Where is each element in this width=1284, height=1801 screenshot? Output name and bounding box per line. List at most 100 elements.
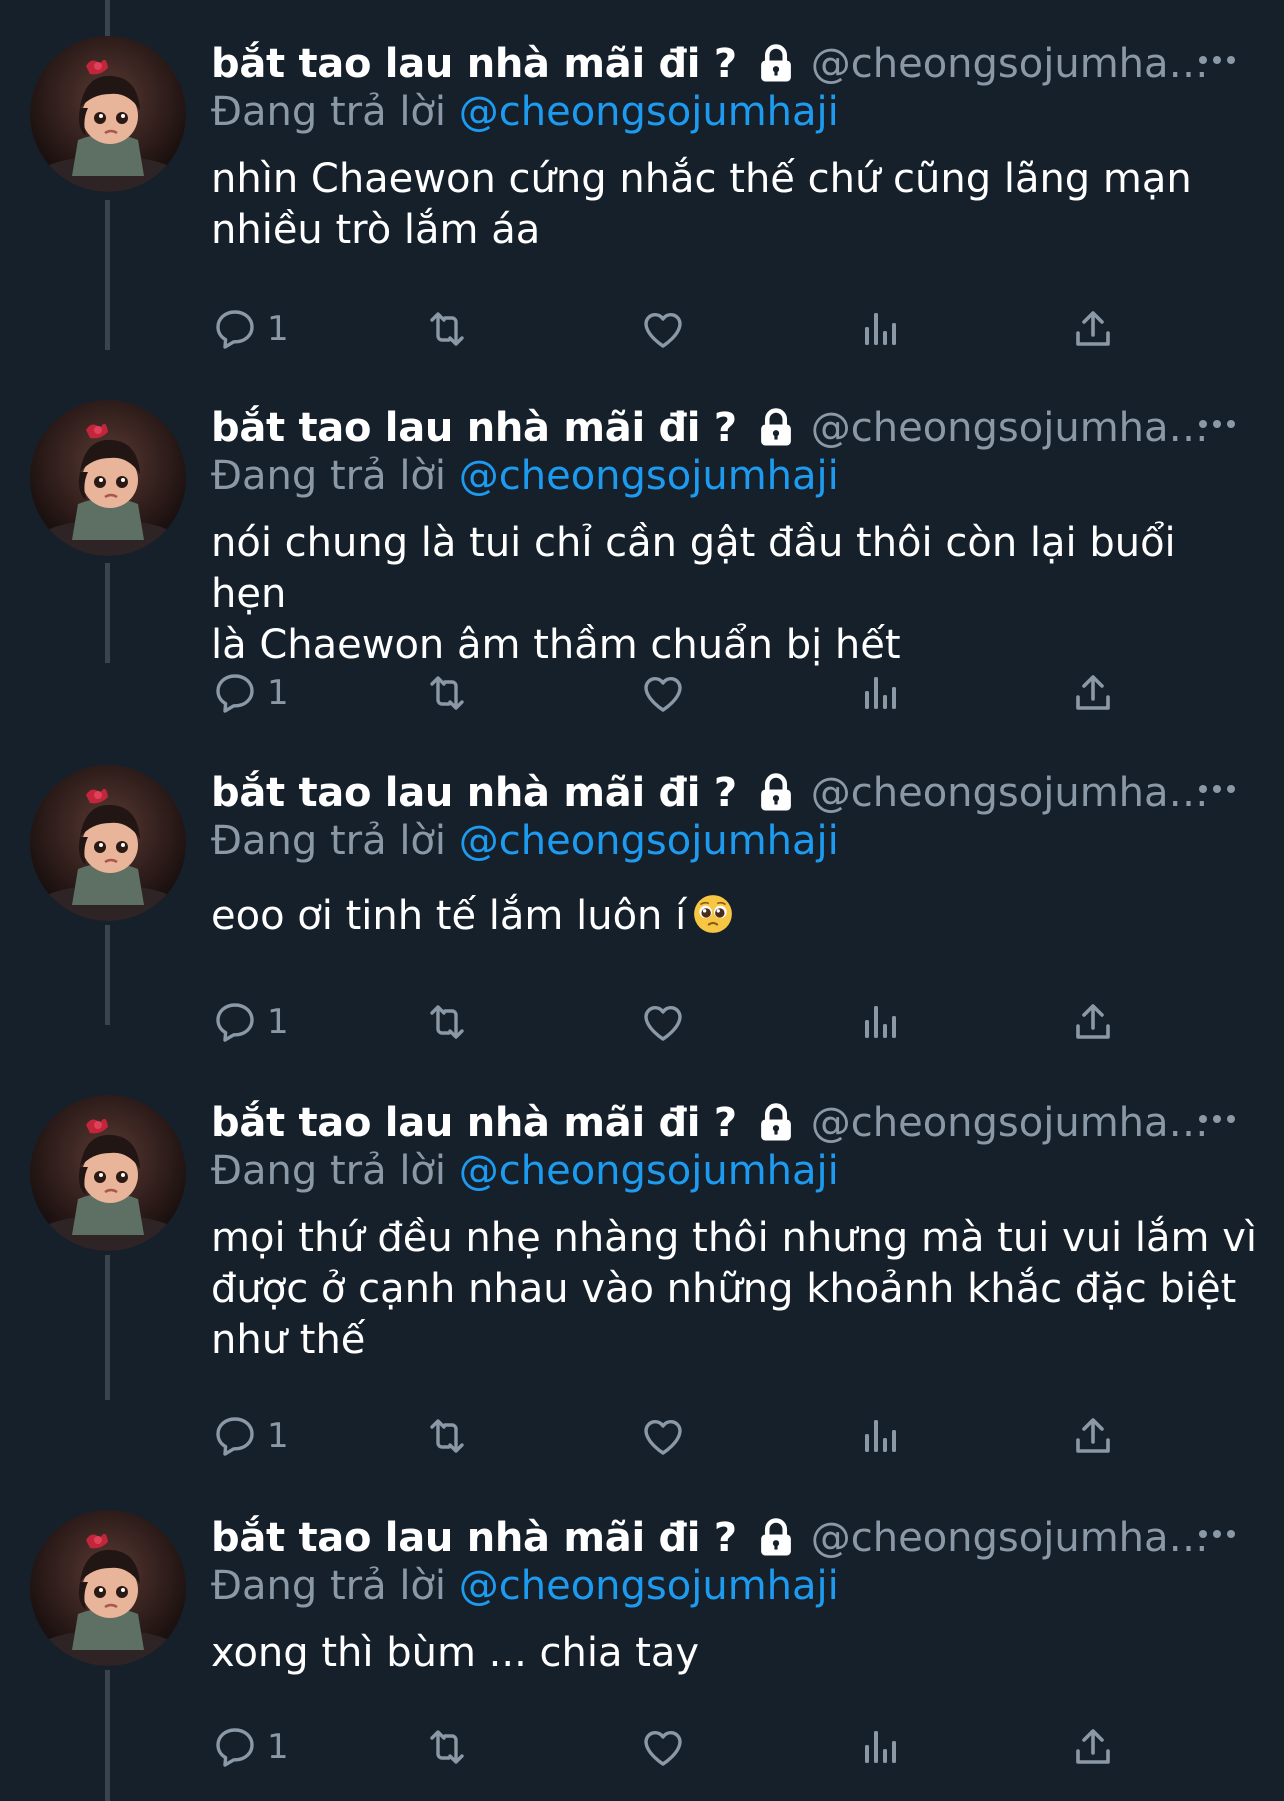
replying-mention[interactable]: @cheongsojumhaji (459, 89, 839, 135)
share-icon (1069, 669, 1117, 717)
display-name[interactable]: bắt tao lau nhà mãi đi ? (211, 405, 737, 451)
avatar[interactable] (30, 400, 186, 556)
more-icon[interactable] (1196, 1109, 1238, 1129)
replying-mention[interactable]: @cheongsojumhaji (459, 1148, 839, 1194)
like-button[interactable] (639, 997, 687, 1047)
share-button[interactable] (1069, 304, 1117, 354)
views-icon (855, 669, 903, 717)
share-button[interactable] (1069, 1411, 1117, 1461)
text-line: như thế (211, 1317, 366, 1363)
replying-to: Đang trả lời @cheongsojumhaji (211, 1560, 1262, 1612)
text-line: xong thì bùm ... chia tay (211, 1630, 700, 1676)
replying-to: Đang trả lời @cheongsojumhaji (211, 450, 1262, 502)
replying-mention[interactable]: @cheongsojumhaji (459, 818, 839, 864)
replying-to: Đang trả lời @cheongsojumhaji (211, 815, 1262, 867)
lock-icon (755, 43, 797, 85)
handle[interactable]: @cheongsojumhaji... (811, 770, 1216, 816)
display-name[interactable]: bắt tao lau nhà mãi đi ? (211, 1515, 737, 1561)
replying-mention[interactable]: @cheongsojumhaji (459, 1563, 839, 1609)
replying-mention[interactable]: @cheongsojumhaji (459, 453, 839, 499)
action-bar: 1 (211, 304, 1111, 354)
replying-prefix: Đang trả lời (211, 818, 447, 864)
like-button[interactable] (639, 668, 687, 718)
share-icon (1069, 1412, 1117, 1460)
like-icon (639, 669, 687, 717)
retweet-icon (423, 1723, 471, 1771)
avatar[interactable] (30, 765, 186, 921)
tweet-header: bắt tao lau nhà mãi đi ? @cheongsojumhaj… (211, 765, 1262, 821)
reply-count: 1 (267, 309, 289, 349)
reply-count: 1 (267, 1002, 289, 1042)
reply-icon (211, 1723, 259, 1771)
share-icon (1069, 998, 1117, 1046)
avatar[interactable] (30, 36, 186, 192)
retweet-button[interactable] (423, 304, 471, 354)
thread-line (105, 1670, 110, 1801)
lock-icon (755, 772, 797, 814)
thread-line (105, 200, 110, 350)
reply-count: 1 (267, 1416, 289, 1456)
share-button[interactable] (1069, 1722, 1117, 1772)
like-button[interactable] (639, 304, 687, 354)
reply-button[interactable]: 1 (211, 997, 289, 1047)
retweet-button[interactable] (423, 1722, 471, 1772)
more-icon[interactable] (1196, 1524, 1238, 1544)
reply-button[interactable]: 1 (211, 1722, 289, 1772)
thread-line (105, 925, 110, 1025)
views-button[interactable] (855, 997, 903, 1047)
reply-icon (211, 1412, 259, 1460)
share-icon (1069, 1723, 1117, 1771)
tweet-header: bắt tao lau nhà mãi đi ? @cheongsojumhaj… (211, 1510, 1262, 1566)
more-icon[interactable] (1196, 779, 1238, 799)
handle[interactable]: @cheongsojumhaji... (811, 405, 1216, 451)
handle[interactable]: @cheongsojumhaji... (811, 1100, 1216, 1146)
text-line: nhìn Chaewon cứng nhắc thế chứ cũng lãng… (211, 156, 1192, 202)
retweet-button[interactable] (423, 997, 471, 1047)
more-icon[interactable] (1196, 50, 1238, 70)
action-bar: 1 (211, 668, 1111, 718)
more-icon[interactable] (1196, 414, 1238, 434)
share-button[interactable] (1069, 668, 1117, 718)
like-icon (639, 1412, 687, 1460)
text-line: eoo ơi tinh tế lắm luôn í (211, 891, 1262, 942)
reply-button[interactable]: 1 (211, 668, 289, 718)
views-button[interactable] (855, 1411, 903, 1461)
retweet-button[interactable] (423, 1411, 471, 1461)
handle[interactable]: @cheongsojumhaji... (811, 1515, 1216, 1561)
text-line: nhiều trò lắm áa (211, 207, 541, 253)
like-button[interactable] (639, 1411, 687, 1461)
reply-icon (211, 669, 259, 717)
tweet-text: nói chung là tui chỉ cần gật đầu thôi cò… (211, 518, 1262, 671)
views-icon (855, 1723, 903, 1771)
avatar[interactable] (30, 1510, 186, 1666)
share-button[interactable] (1069, 997, 1117, 1047)
display-name[interactable]: bắt tao lau nhà mãi đi ? (211, 1100, 737, 1146)
retweet-icon (423, 669, 471, 717)
text-line: được ở cạnh nhau vào những khoảnh khắc đ… (211, 1266, 1237, 1312)
replying-prefix: Đang trả lời (211, 453, 447, 499)
like-button[interactable] (639, 1722, 687, 1772)
reply-button[interactable]: 1 (211, 1411, 289, 1461)
replying-prefix: Đang trả lời (211, 89, 447, 135)
pleading-face-emoji-icon (692, 893, 734, 935)
action-bar: 1 (211, 1411, 1111, 1461)
views-button[interactable] (855, 304, 903, 354)
views-icon (855, 305, 903, 353)
avatar[interactable] (30, 1095, 186, 1251)
retweet-button[interactable] (423, 668, 471, 718)
display-name[interactable]: bắt tao lau nhà mãi đi ? (211, 770, 737, 816)
action-bar: 1 (211, 1722, 1111, 1772)
replying-prefix: Đang trả lời (211, 1563, 447, 1609)
tweet-header: bắt tao lau nhà mãi đi ? @cheongsojumhaj… (211, 36, 1262, 92)
tweet-text: mọi thứ đều nhẹ nhàng thôi nhưng mà tui … (211, 1213, 1262, 1366)
lock-icon (755, 1102, 797, 1144)
views-button[interactable] (855, 1722, 903, 1772)
text-line: nói chung là tui chỉ cần gật đầu thôi cò… (211, 520, 1176, 617)
thread-line (105, 1255, 110, 1400)
views-button[interactable] (855, 668, 903, 718)
display-name[interactable]: bắt tao lau nhà mãi đi ? (211, 41, 737, 87)
reply-button[interactable]: 1 (211, 304, 289, 354)
text-line: mọi thứ đều nhẹ nhàng thôi nhưng mà tui … (211, 1215, 1257, 1261)
views-icon (855, 998, 903, 1046)
handle[interactable]: @cheongsojumhaji... (811, 41, 1216, 87)
